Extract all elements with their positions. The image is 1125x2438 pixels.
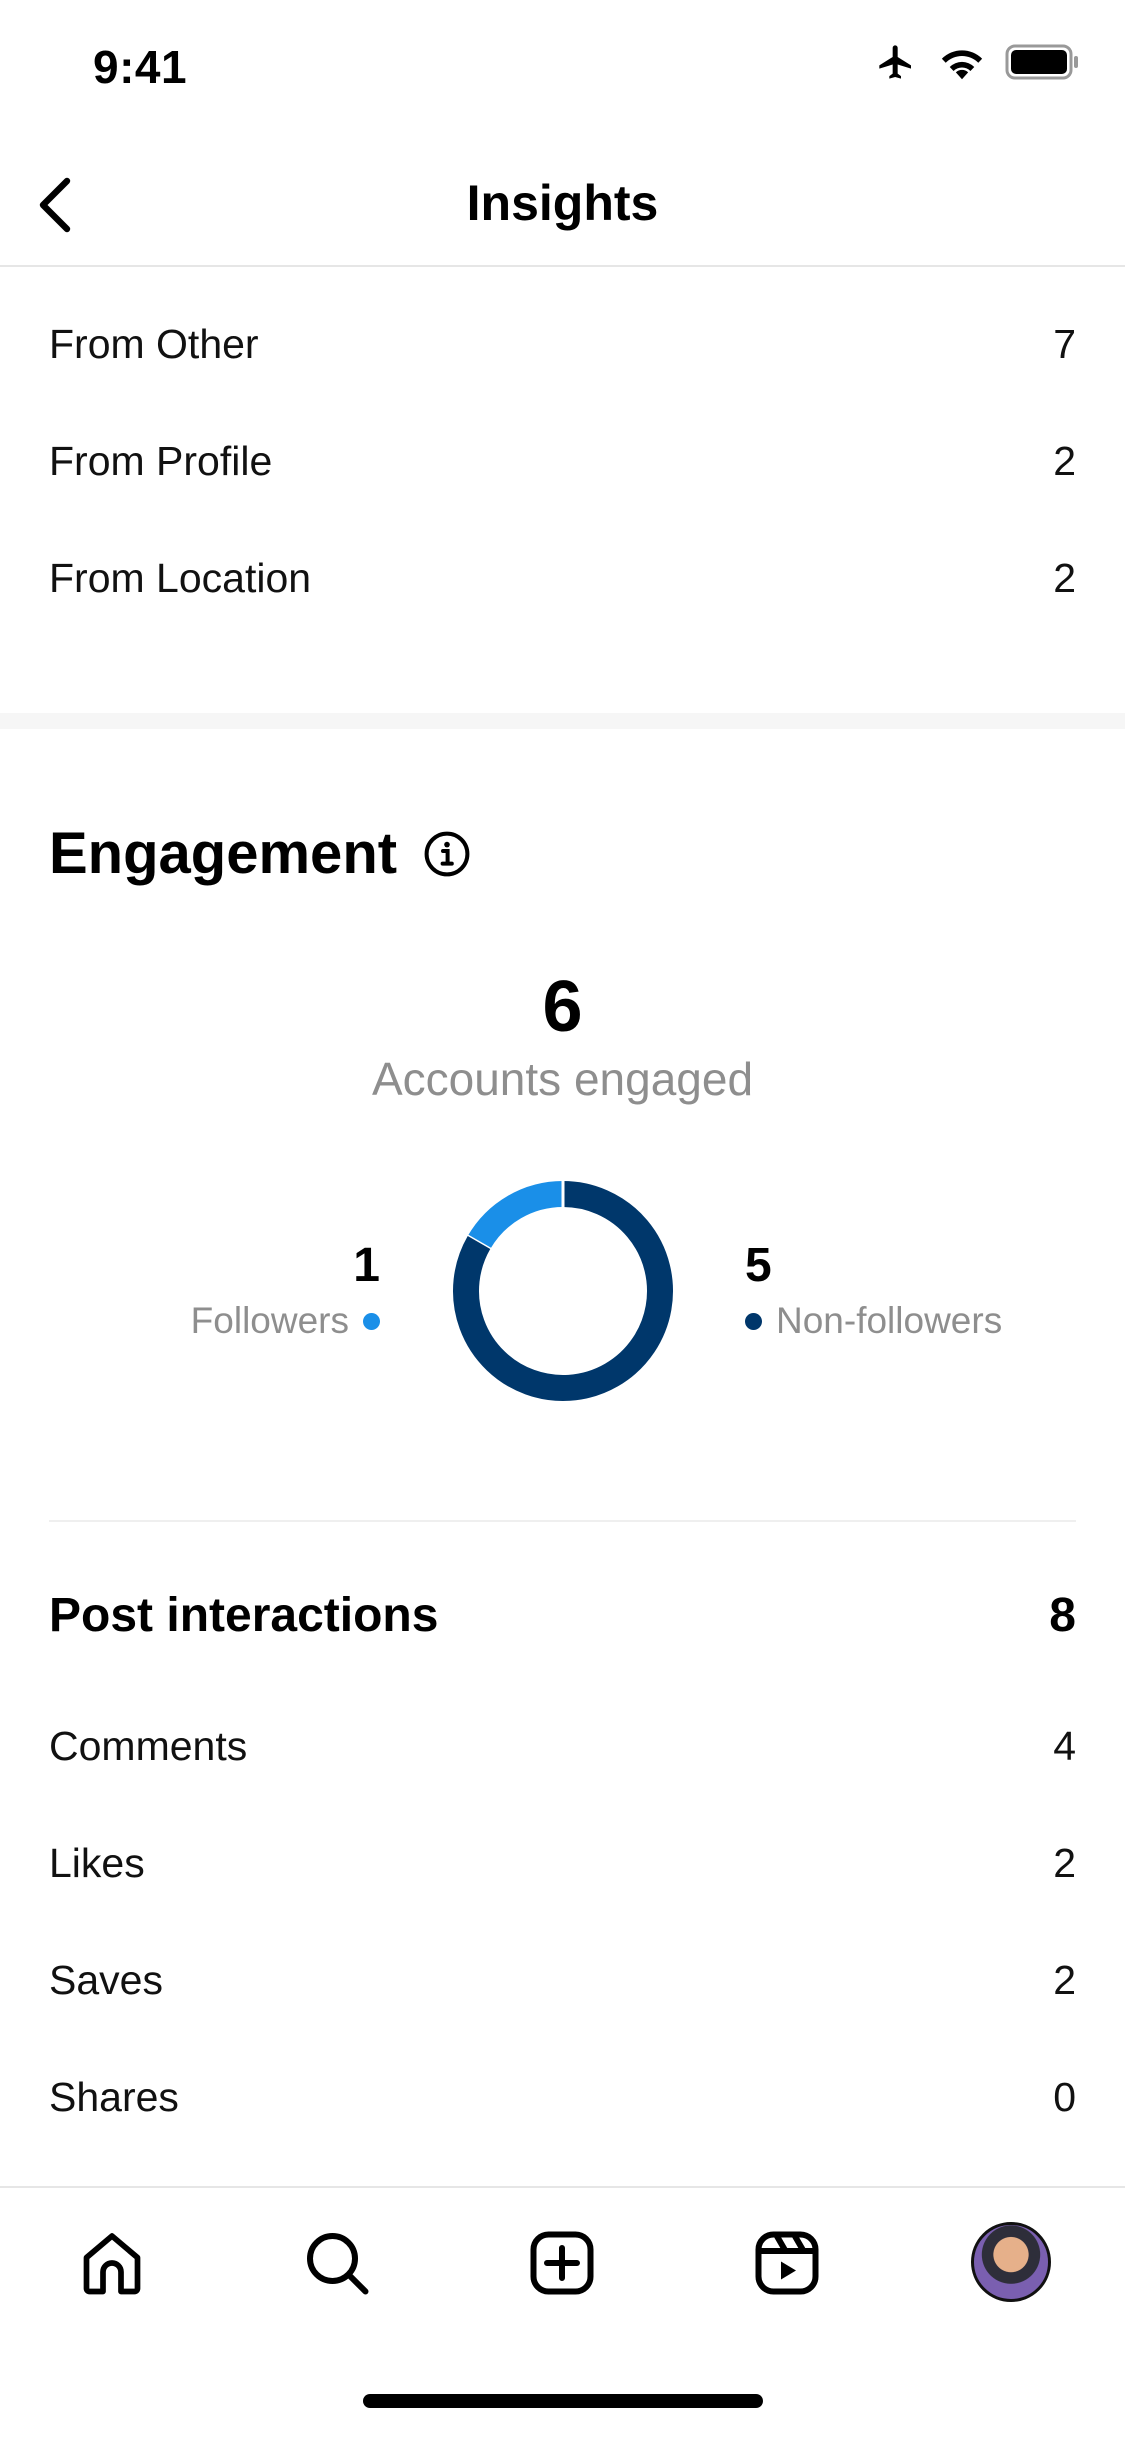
interaction-label: Comments xyxy=(49,1723,248,1769)
tab-reels[interactable] xyxy=(742,2218,832,2308)
followers-value: 1 xyxy=(353,1239,380,1292)
source-row: From Location 2 xyxy=(49,555,1076,602)
interaction-row: Comments 4 xyxy=(49,1723,1076,1770)
nonfollowers-label: Non-followers xyxy=(776,1300,1003,1341)
page-title: Insights xyxy=(466,175,659,231)
source-row: From Other 7 xyxy=(49,321,1076,368)
interaction-label: Likes xyxy=(49,1840,145,1886)
info-icon[interactable] xyxy=(423,830,471,878)
interaction-value: 2 xyxy=(1053,1957,1076,2003)
status-time: 9:41 xyxy=(93,41,188,93)
interaction-value: 2 xyxy=(1053,1840,1076,1886)
home-indicator xyxy=(363,2394,763,2408)
source-label: From Profile xyxy=(49,438,273,484)
tab-create[interactable] xyxy=(517,2218,607,2308)
tab-home[interactable] xyxy=(67,2218,157,2308)
source-label: From Location xyxy=(49,555,312,601)
interaction-row: Saves 2 xyxy=(49,1957,1076,2004)
interaction-row: Shares 0 xyxy=(49,2074,1076,2121)
create-icon xyxy=(530,2231,594,2295)
followers-legend: Followers xyxy=(191,1300,380,1342)
nav-header: Insights xyxy=(0,150,1125,267)
accounts-engaged-value: 6 xyxy=(542,967,583,1047)
airplane-icon xyxy=(879,45,911,79)
post-interactions-header: Post interactions 8 xyxy=(49,1588,1076,1643)
profile-avatar[interactable] xyxy=(971,2222,1051,2302)
tab-search[interactable] xyxy=(292,2218,382,2308)
donut-slice-followers xyxy=(467,1181,564,1250)
engagement-heading: Engagement xyxy=(49,820,471,887)
home-icon xyxy=(83,2233,141,2295)
divider xyxy=(49,1520,1076,1522)
nonfollowers-value: 5 xyxy=(745,1239,772,1292)
engagement-title: Engagement xyxy=(49,821,398,886)
accounts-engaged-label: Accounts engaged xyxy=(371,1053,754,1105)
source-value: 2 xyxy=(1053,555,1076,601)
status-icons xyxy=(873,42,1081,82)
nonfollowers-legend: Non-followers xyxy=(745,1300,1002,1342)
reels-icon xyxy=(755,2231,819,2295)
interaction-value: 0 xyxy=(1053,2074,1076,2120)
source-value: 2 xyxy=(1053,438,1076,484)
followers-label: Followers xyxy=(190,1300,349,1341)
interaction-label: Saves xyxy=(49,1957,163,2003)
followers-dot xyxy=(363,1312,380,1330)
source-row: From Profile 2 xyxy=(49,438,1076,485)
engagement-donut-chart xyxy=(453,1180,673,1401)
interaction-row: Likes 2 xyxy=(49,1840,1076,1887)
source-value: 7 xyxy=(1053,321,1076,367)
post-interactions-total: 8 xyxy=(1049,1589,1076,1642)
interaction-value: 4 xyxy=(1053,1723,1076,1769)
search-icon xyxy=(307,2233,369,2295)
nonfollowers-dot xyxy=(745,1312,762,1330)
battery-icon xyxy=(1005,44,1078,80)
post-interactions-title: Post interactions xyxy=(49,1589,439,1642)
section-divider xyxy=(0,713,1125,729)
source-label: From Other xyxy=(49,321,259,367)
wifi-icon xyxy=(941,50,983,80)
interaction-label: Shares xyxy=(49,2074,179,2120)
